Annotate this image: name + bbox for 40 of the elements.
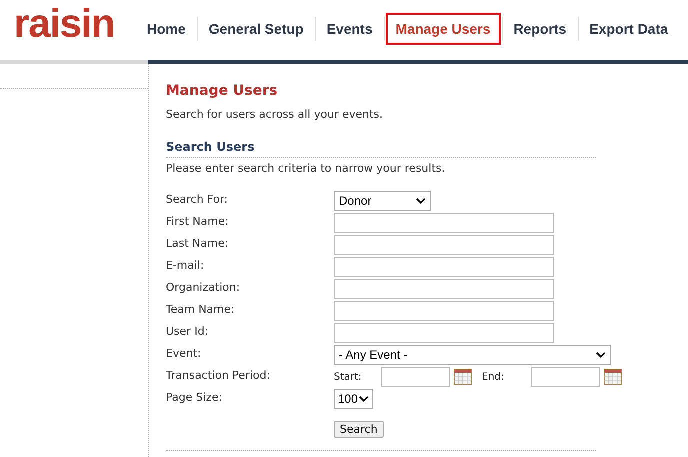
dropdown[interactable]: Donor: [334, 191, 431, 211]
dropdown[interactable]: 100: [334, 389, 373, 409]
field-label: E-mail:: [166, 258, 206, 274]
nav-tab[interactable]: Export Data: [580, 13, 678, 45]
text-field[interactable]: [334, 279, 554, 299]
intro-text: Search for users across all your events.: [166, 108, 384, 121]
chevron-down-icon: [359, 396, 369, 402]
end-date-field[interactable]: [531, 367, 600, 387]
field-label: Page Size:: [166, 390, 224, 406]
chevron-down-icon: [416, 198, 426, 204]
page-title: Manage Users: [166, 83, 279, 99]
field-label: Team Name:: [166, 302, 236, 318]
field-label: Event:: [166, 346, 202, 362]
calendar-icon[interactable]: [604, 369, 622, 385]
field-label: Search For:: [166, 192, 229, 208]
text-field[interactable]: [334, 213, 554, 233]
nav-tab[interactable]: General Setup: [198, 13, 314, 45]
nav-tab[interactable]: Manage Users: [386, 13, 501, 45]
field-label: Last Name:: [166, 236, 230, 252]
field-label: Transaction Period:: [166, 368, 272, 384]
chevron-down-icon: [596, 352, 606, 358]
nav-tab[interactable]: Events: [316, 13, 383, 45]
text-field[interactable]: [334, 235, 554, 255]
field-label: Organization:: [166, 280, 242, 296]
search-button[interactable]: Search: [334, 421, 384, 438]
dropdown[interactable]: - Any Event -: [334, 345, 611, 365]
text-field[interactable]: [334, 301, 554, 321]
instruction-text: Please enter search criteria to narrow your results.: [166, 162, 446, 175]
calendar-icon[interactable]: [454, 369, 472, 385]
text-field[interactable]: [334, 323, 554, 343]
text-field[interactable]: [334, 257, 554, 277]
nav-tab[interactable]: Reports: [504, 13, 577, 45]
end-label: End:: [482, 372, 506, 382]
nav-tab[interactable]: Home: [137, 13, 196, 45]
section-title: Search Users: [166, 140, 256, 154]
start-label: Start:: [334, 372, 363, 382]
field-label: First Name:: [166, 214, 230, 230]
field-label: User Id:: [166, 324, 210, 340]
logo[interactable]: raisin: [14, 4, 132, 44]
start-date-field[interactable]: [381, 367, 450, 387]
